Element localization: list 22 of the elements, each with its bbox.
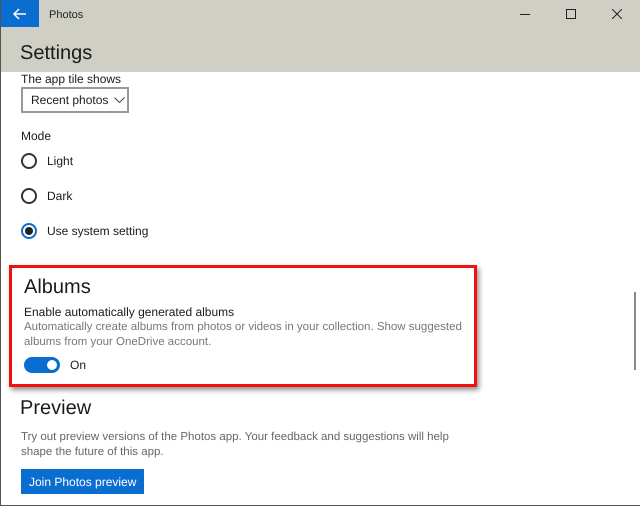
app-tile-dropdown[interactable]: Recent photos xyxy=(21,87,129,113)
setting-label: The app tile shows xyxy=(21,72,122,86)
setting-description: Automatically create albums from photos or videos in your collection. Show suggested albums from your OneDrive account. xyxy=(24,320,462,350)
section-heading: Albums xyxy=(24,275,91,300)
window-title: Photos xyxy=(49,8,84,23)
mode-label: Mode xyxy=(21,129,52,144)
chevron-down-icon xyxy=(114,97,126,103)
back-arrow-icon xyxy=(13,8,27,20)
setting-label: Enable automatically generated albums xyxy=(24,305,234,320)
join-preview-button[interactable]: Join Photos preview xyxy=(21,469,144,494)
toggle-switch[interactable] xyxy=(24,357,60,373)
page-title: Settings xyxy=(20,41,94,66)
radio-option[interactable]: Light xyxy=(21,151,74,171)
maximize-icon xyxy=(566,9,576,19)
scrollbar-thumb[interactable] xyxy=(634,292,636,370)
section-description: Try out preview versions of the Photos app. Your feedback and suggestions will help shape the future of this app. xyxy=(21,430,450,460)
radio-option[interactable]: Dark xyxy=(21,186,72,206)
back-button[interactable] xyxy=(1,0,39,27)
toggle-state-label: On xyxy=(70,357,86,374)
close-icon xyxy=(612,9,622,19)
radio-option[interactable]: Use system setting xyxy=(21,221,148,241)
section-heading: Preview xyxy=(20,396,92,421)
